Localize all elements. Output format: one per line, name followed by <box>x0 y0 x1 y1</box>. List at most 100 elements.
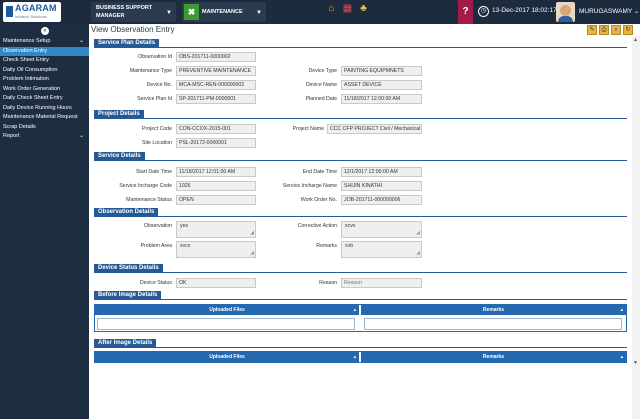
problem-area-textarea[interactable]: xvcx ◢ <box>176 241 256 258</box>
sidebar-item-daily-check-sheet-entry[interactable]: Daily Check Sheet Entry <box>0 94 89 104</box>
sidebar-item-label: Observation Entry <box>3 47 48 54</box>
device-name-field[interactable]: ASSET DEVICE <box>341 80 422 90</box>
help-button[interactable]: ? <box>458 0 473 24</box>
resize-handle-icon[interactable]: ◢ <box>416 249 420 257</box>
home-icon[interactable]: ⌂ <box>325 2 338 16</box>
sidebar-item-problem-intimation[interactable]: Problem Intimation <box>0 75 89 85</box>
dropdown-arrow-icon: ▼ <box>256 10 262 16</box>
corrective-action-textarea[interactable]: xcvx ◢ <box>341 221 422 238</box>
module-selector-business-support[interactable]: BUSINESS SUPPORT MANAGER ▼ <box>91 2 176 22</box>
sidebar-item-label: Daily Check Sheet Entry <box>3 95 63 101</box>
user-menu[interactable]: MURUGASWAMY ⌄ <box>579 7 639 15</box>
grid-header-label: Remarks <box>482 354 505 360</box>
service-plan-id-field[interactable]: SP-201711-PM-0000001 <box>176 94 256 104</box>
chevron-down-icon: ⌄ <box>633 8 640 15</box>
maintenance-type-field[interactable]: PREVENTIVE MAINTENANCE <box>176 66 256 76</box>
sort-icon[interactable]: ▴ <box>621 352 623 362</box>
refresh-icon[interactable]: ↻ <box>623 25 633 35</box>
sidebar: « Maintenance Setup ⌄ Observation Entry C… <box>0 24 89 419</box>
sidebar-item-observation-entry[interactable]: Observation Entry <box>0 46 89 56</box>
incharge-name-field[interactable]: SHIJIN KINATHI <box>341 181 422 191</box>
module-selector-maintenance[interactable]: ✖ MAINTENANCE ▼ <box>182 2 266 22</box>
maintenance-status-field[interactable]: OPEN <box>176 195 256 205</box>
start-date-field[interactable]: 11/18/2017 12:01:00 AM <box>176 167 256 177</box>
project-code-label: Project Code <box>142 126 172 132</box>
sidebar-item-label: Report <box>3 133 20 139</box>
incharge-code-label: Service Incharge Code <box>119 183 172 189</box>
company-logo: AGARAM Infotech Solutions <box>3 2 61 22</box>
device-type-label: Device Type <box>308 68 337 74</box>
dropdown-arrow-icon: ▼ <box>166 10 172 16</box>
remarks-label: Remarks <box>316 243 337 249</box>
main-content: View Observation Entry ✎ ⎙ ⌕ ↻ ▲ ▼ Servi… <box>89 24 640 419</box>
project-name-label: Project Name <box>292 126 324 132</box>
work-order-field[interactable]: JOB-201711-000000006 <box>341 195 422 205</box>
search-icon[interactable]: ⌕ <box>611 25 621 35</box>
sidebar-item-daily-oil-consumption[interactable]: Daily Oil Consumption <box>0 66 89 76</box>
device-type-field[interactable]: PAINTING EQUIPMNETS <box>341 66 422 76</box>
sidebar-item-daily-device-running-hours[interactable]: Daily Device Running Hours <box>0 104 89 114</box>
work-order-label: Work Order No. <box>300 197 337 203</box>
remarks-textarea[interactable]: xvb ◢ <box>341 241 422 258</box>
print-icon[interactable]: ⎙ <box>599 25 609 35</box>
planned-date-field[interactable]: 11/18/2017 12:00:00 AM <box>341 94 422 104</box>
sidebar-item-label: Maintenance Material Request <box>3 114 78 120</box>
sidebar-item-label: Daily Device Running Hours <box>3 104 72 111</box>
grid-header-remarks[interactable]: Remarks ▴ <box>361 352 626 362</box>
top-bar: AGARAM Infotech Solutions BUSINESS SUPPO… <box>0 0 640 24</box>
scroll-up-icon[interactable]: ▲ <box>633 37 638 43</box>
users-icon[interactable]: ♣ <box>357 2 370 16</box>
corrective-action-label: Corrective Action <box>297 223 337 229</box>
sidebar-item-maintenance-setup[interactable]: Maintenance Setup ⌄ <box>0 37 89 47</box>
grid-header-label: Remarks <box>482 307 505 313</box>
site-location-field[interactable]: PSL-20172-0000001 <box>176 138 256 148</box>
apps-icon[interactable]: ▦ <box>341 2 354 16</box>
end-date-field[interactable]: 12/1/2017 12:00:00 AM <box>341 167 422 177</box>
logo-tagline: Infotech Solutions <box>15 14 47 19</box>
grid-header-uploaded-files[interactable]: Uploaded Files ▴ <box>95 352 359 362</box>
incharge-name-label: Service Incharge Name <box>282 183 337 189</box>
sort-icon[interactable]: ▴ <box>621 305 623 315</box>
end-date-label: End Date Time <box>302 169 337 175</box>
edit-icon[interactable]: ✎ <box>587 25 597 35</box>
reason-input[interactable] <box>341 278 422 288</box>
observation-id-field[interactable]: OBS-201711-0000002 <box>176 52 256 62</box>
project-code-field[interactable]: CON-CCOX-2015-001 <box>176 124 256 134</box>
observation-textarea[interactable]: yes ◢ <box>176 221 256 238</box>
sidebar-item-work-order-generation[interactable]: Work Order Generation <box>0 85 89 95</box>
vertical-scrollbar[interactable]: ▲ ▼ <box>632 36 640 419</box>
reason-label: Reason <box>319 280 337 286</box>
device-status-field[interactable]: OK <box>176 278 256 288</box>
device-no-field[interactable]: MCA-MSC-REN-000000002 <box>176 80 256 90</box>
sort-icon[interactable]: ▴ <box>354 352 356 362</box>
resize-handle-icon[interactable]: ◢ <box>416 229 420 237</box>
grid-cell <box>97 318 355 330</box>
user-avatar[interactable] <box>556 2 575 22</box>
sidebar-item-report[interactable]: Report ⌄ <box>0 132 89 142</box>
observation-id-label: Observation Id <box>138 54 172 60</box>
sidebar-item-maintenance-material-request[interactable]: Maintenance Material Request <box>0 113 89 123</box>
incharge-code-field[interactable]: 1026 <box>176 181 256 191</box>
logo-mark <box>6 6 13 17</box>
section-divider <box>94 160 627 161</box>
section-divider <box>94 216 627 217</box>
service-plan-id-label: Service Plan Id <box>137 96 172 102</box>
grid-header-label: Uploaded Files <box>209 354 245 360</box>
grid-header-uploaded-files[interactable]: Uploaded Files ▴ <box>95 305 359 315</box>
toolbar: ✎ ⎙ ⌕ ↻ <box>587 25 633 35</box>
collapse-sidebar-icon[interactable]: « <box>41 27 49 35</box>
sidebar-item-check-sheet-entry[interactable]: Check Sheet Entry <box>0 56 89 66</box>
planned-date-label: Planned Date <box>305 96 337 102</box>
resize-handle-icon[interactable]: ◢ <box>250 249 254 257</box>
sort-icon[interactable]: ▴ <box>354 305 356 315</box>
device-no-label: Device No. <box>146 82 172 88</box>
grid-header-remarks[interactable]: Remarks ▴ <box>361 305 626 315</box>
resize-handle-icon[interactable]: ◢ <box>250 229 254 237</box>
chevron-down-icon: ⌄ <box>78 133 84 139</box>
project-name-field[interactable]: CCC CFP PROJECT Civil / Mechanical <box>327 124 422 134</box>
sidebar-item-label: Daily Oil Consumption <box>3 66 58 73</box>
sidebar-item-scrap-details[interactable]: Scrap Details <box>0 123 89 133</box>
scroll-down-icon[interactable]: ▼ <box>633 360 638 366</box>
start-date-label: Start Date Time <box>135 169 172 175</box>
current-datetime: 13-Dec-2017 18:02:17 <box>492 7 557 14</box>
